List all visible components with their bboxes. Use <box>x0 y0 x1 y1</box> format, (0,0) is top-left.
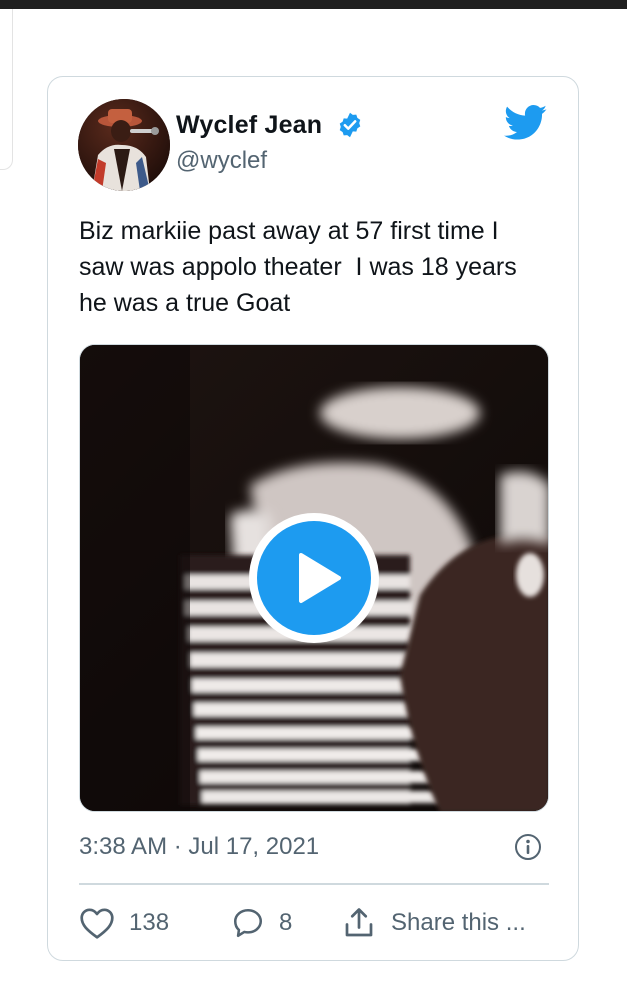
play-icon <box>299 553 341 603</box>
divider <box>79 883 549 885</box>
heart-icon <box>80 908 114 939</box>
reply-bubble-icon <box>233 908 263 938</box>
reply-count: 8 <box>279 909 293 936</box>
share-button[interactable]: Share this ... <box>341 901 526 945</box>
author-name[interactable]: Wyclef Jean <box>176 111 322 140</box>
tweet-timestamp[interactable]: 3:38 AM · Jul 17, 2021 <box>79 833 319 861</box>
tweet-text: Biz markiie past away at 57 first time I… <box>79 217 524 317</box>
avatar[interactable] <box>78 99 170 191</box>
author-handle[interactable]: @wyclef <box>176 147 267 175</box>
play-button-inner[interactable] <box>257 521 371 635</box>
reply-button[interactable]: 8 <box>231 901 292 945</box>
video-player[interactable] <box>79 344 549 812</box>
like-button[interactable]: 138 <box>79 901 169 945</box>
background-panel-edge <box>0 9 13 170</box>
share-label: Share this ... <box>391 909 526 936</box>
tweet-card[interactable]: Wyclef Jean @wyclef Biz markiie past awa… <box>47 76 579 961</box>
tweet-actions: 138 8 Share this ... <box>79 901 559 945</box>
verified-badge-icon <box>336 111 364 139</box>
info-icon[interactable] <box>514 833 542 861</box>
twitter-bird-icon[interactable] <box>504 105 548 141</box>
like-count: 138 <box>129 909 170 936</box>
share-icon <box>345 908 373 937</box>
status-bar <box>0 0 627 9</box>
play-button[interactable] <box>249 513 379 643</box>
